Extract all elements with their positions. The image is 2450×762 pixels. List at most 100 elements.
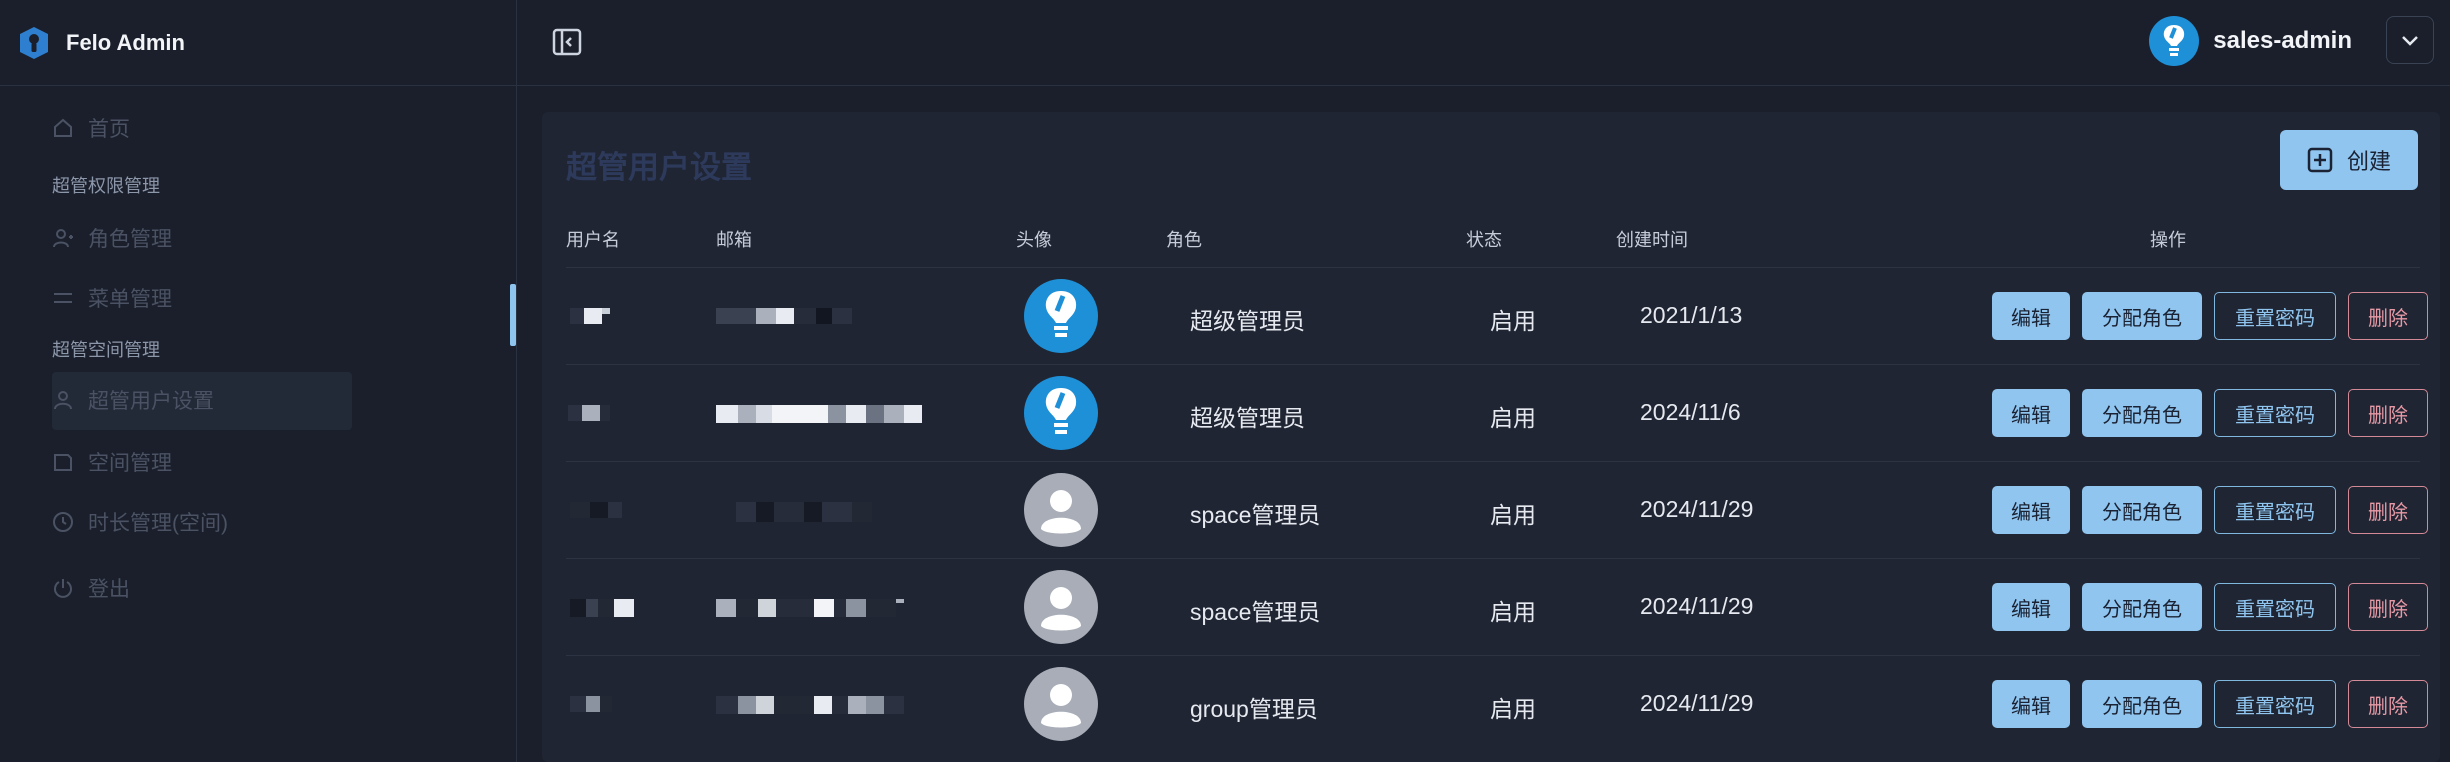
created-cell: 2024/11/29 <box>1640 593 1754 619</box>
role-cell: space管理员 <box>1190 502 1321 528</box>
assign-role-button[interactable]: 分配角色 <box>2082 486 2202 534</box>
username-redacted <box>570 696 612 712</box>
reset-password-button[interactable]: 重置密码 <box>2214 292 2336 340</box>
user-menu[interactable]: sales-admin <box>2149 16 2352 66</box>
avatar <box>1024 376 1098 450</box>
assign-role-button[interactable]: 分配角色 <box>2082 583 2202 631</box>
sidebar-item-spaces[interactable]: 空间管理 <box>52 434 172 490</box>
create-label: 创建 <box>2346 149 2391 174</box>
sidebar-item-label: 菜单管理 <box>88 288 172 311</box>
reset-password-button[interactable]: 重置密码 <box>2214 389 2336 437</box>
edit-button[interactable]: 编辑 <box>1992 486 2070 534</box>
sidebar-item-logout[interactable]: 登出 <box>52 560 130 616</box>
created-cell: 2021/1/13 <box>1640 302 1743 328</box>
folder-icon <box>54 454 72 471</box>
table-row: 超级管理员 启用 2024/11/6 编辑 分配角色 重置密码 删除 <box>566 364 2428 462</box>
username-redacted <box>570 599 634 617</box>
sidebar-item-label: 超管用户设置 <box>88 390 214 413</box>
username-redacted <box>570 502 622 518</box>
sidebar: Felo Admin 首页 超管权限管理 角色管理 菜单管理 超管空间管理 超管… <box>0 0 517 762</box>
sidebar-item-label: 空间管理 <box>88 452 172 475</box>
edit-button[interactable]: 编辑 <box>1992 389 2070 437</box>
sidebar-item-label: 角色管理 <box>88 228 172 251</box>
reset-password-button[interactable]: 重置密码 <box>2214 583 2336 631</box>
column-header: 邮箱 <box>716 230 752 250</box>
column-header: 创建时间 <box>1616 230 1688 250</box>
column-header: 操作 <box>2150 230 2186 250</box>
status-cell: 启用 <box>1490 502 1536 528</box>
chevron-down-icon <box>2402 36 2418 46</box>
sidebar-scroll-thumb[interactable] <box>510 284 516 346</box>
nav-group-spaces: 超管空间管理 <box>52 340 160 360</box>
status-cell: 启用 <box>1490 405 1536 431</box>
user-dropdown-button[interactable] <box>2386 16 2434 64</box>
username-redacted <box>568 405 610 421</box>
avatar <box>1024 667 1098 741</box>
sidebar-item-label: 时长管理(空间) <box>88 512 228 535</box>
email-redacted <box>716 599 904 617</box>
user-icon <box>54 391 72 410</box>
assign-role-button[interactable]: 分配角色 <box>2082 389 2202 437</box>
role-cell: 超级管理员 <box>1190 308 1305 334</box>
role-cell: group管理员 <box>1190 696 1318 722</box>
delete-button[interactable]: 删除 <box>2348 486 2428 534</box>
column-header: 用户名 <box>566 230 620 250</box>
user-avatar-icon <box>2149 16 2200 66</box>
main-panel: 超管用户设置 创建 用户名 邮箱 头像 角色 状态 创建时间 操作 超级管理员 … <box>542 112 2440 762</box>
table-row: space管理员 启用 2024/11/29 编辑 分配角色 重置密码 删除 <box>566 558 2428 656</box>
assign-role-button[interactable]: 分配角色 <box>2082 292 2202 340</box>
plus-square-icon <box>2307 147 2333 173</box>
create-button[interactable]: 创建 <box>2280 130 2418 190</box>
created-cell: 2024/11/6 <box>1640 399 1741 425</box>
brand[interactable]: Felo Admin <box>0 0 516 86</box>
column-header: 角色 <box>1166 230 1202 250</box>
nav-group-permissions: 超管权限管理 <box>52 176 160 196</box>
column-header: 状态 <box>1466 230 1502 250</box>
reset-password-button[interactable]: 重置密码 <box>2214 486 2336 534</box>
topbar: sales-admin <box>517 0 2450 86</box>
sidebar-item-duration[interactable]: 时长管理(空间) <box>52 494 228 550</box>
email-redacted <box>716 696 904 714</box>
app-title: Felo Admin <box>66 29 185 55</box>
home-icon <box>54 118 72 137</box>
power-icon <box>54 579 72 598</box>
clock-icon <box>53 512 73 532</box>
table-row: space管理员 启用 2024/11/29 编辑 分配角色 重置密码 删除 <box>566 461 2428 559</box>
role-cell: 超级管理员 <box>1190 405 1305 431</box>
sidebar-item-super-users[interactable]: 超管用户设置 <box>52 372 214 428</box>
sidebar-item-label: 登出 <box>88 578 130 601</box>
reset-password-button[interactable]: 重置密码 <box>2214 680 2336 728</box>
avatar <box>1024 279 1098 353</box>
page-title: 超管用户设置 <box>566 150 752 185</box>
status-cell: 启用 <box>1490 599 1536 625</box>
sidebar-item-home[interactable]: 首页 <box>52 100 130 156</box>
sidebar-collapse-icon[interactable] <box>551 26 583 58</box>
delete-button[interactable]: 删除 <box>2348 292 2428 340</box>
avatar <box>1024 570 1098 644</box>
edit-button[interactable]: 编辑 <box>1992 292 2070 340</box>
email-redacted <box>716 308 852 324</box>
created-cell: 2024/11/29 <box>1640 690 1754 716</box>
delete-button[interactable]: 删除 <box>2348 583 2428 631</box>
sidebar-item-roles[interactable]: 角色管理 <box>52 210 172 266</box>
sidebar-item-menus[interactable]: 菜单管理 <box>52 270 172 326</box>
shield-logo-icon <box>20 26 48 59</box>
username: sales-admin <box>2213 27 2352 54</box>
username-redacted <box>570 308 610 324</box>
edit-button[interactable]: 编辑 <box>1992 680 2070 728</box>
table-row: group管理员 启用 2024/11/29 编辑 分配角色 重置密码 删除 <box>566 655 2428 753</box>
edit-button[interactable]: 编辑 <box>1992 583 2070 631</box>
email-redacted <box>736 502 872 522</box>
column-header: 头像 <box>1016 230 1052 250</box>
table-row: 超级管理员 启用 2021/1/13 编辑 分配角色 重置密码 删除 <box>566 267 2428 365</box>
email-redacted <box>716 405 922 423</box>
menu-icon <box>54 293 72 303</box>
avatar <box>1024 473 1098 547</box>
delete-button[interactable]: 删除 <box>2348 680 2428 728</box>
role-cell: space管理员 <box>1190 599 1321 625</box>
assign-role-button[interactable]: 分配角色 <box>2082 680 2202 728</box>
status-cell: 启用 <box>1490 696 1536 722</box>
delete-button[interactable]: 删除 <box>2348 389 2428 437</box>
created-cell: 2024/11/29 <box>1640 496 1754 522</box>
user-add-icon <box>53 229 73 248</box>
